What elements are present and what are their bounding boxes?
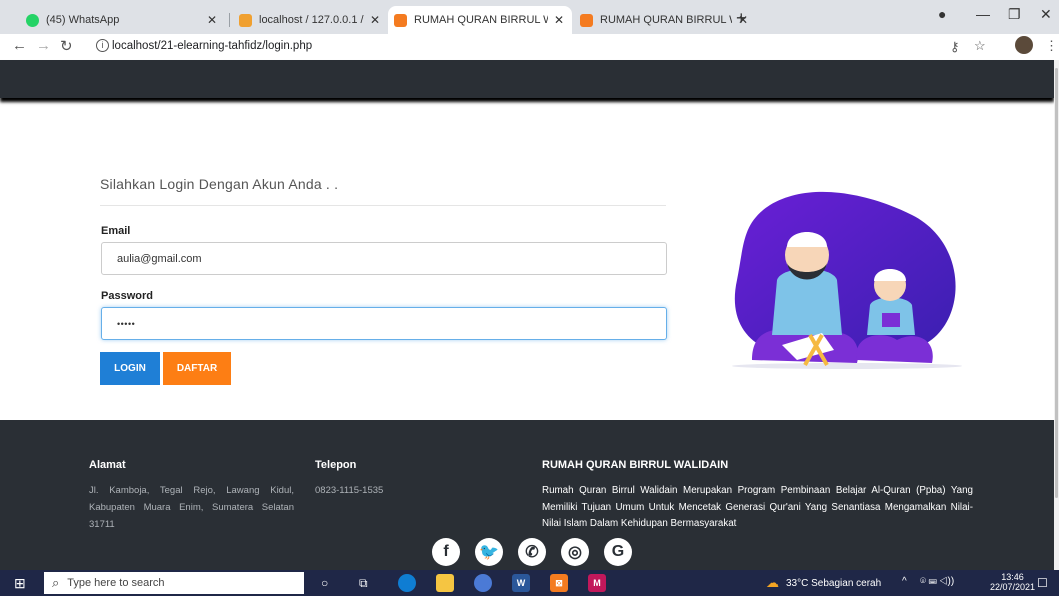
tab-rumah-quran-active[interactable]: RUMAH QURAN BIRRUL WALIDA ✕ <box>388 6 572 34</box>
tab-close-icon[interactable]: ✕ <box>552 13 566 27</box>
whatsapp-icon[interactable]: ✆ <box>518 538 546 566</box>
email-value: aulia@gmail.com <box>117 252 202 265</box>
login-heading: Silahkan Login Dengan Akun Anda . . <box>100 176 339 192</box>
file-explorer-icon[interactable] <box>436 574 454 592</box>
xampp-taskbar-icon[interactable]: ⊠ <box>550 574 568 592</box>
tab-whatsapp[interactable]: (45) WhatsApp ✕ <box>20 6 225 34</box>
phpmyadmin-icon <box>239 13 252 27</box>
password-label: Password <box>101 290 153 302</box>
tab-close-icon[interactable]: ✕ <box>368 13 382 27</box>
clock[interactable]: 13:46 22/07/2021 <box>990 572 1035 592</box>
cortana-icon[interactable]: ○ <box>321 576 328 590</box>
avatar[interactable] <box>1015 36 1033 54</box>
weather-icon: ☁ <box>766 575 779 590</box>
address-text: Jl. Kamboja, Tegal Rejo, Lawang Kidul, K… <box>89 485 294 530</box>
tab-label: RUMAH QURAN BIRRUL WALIDA <box>414 14 548 26</box>
instagram-icon[interactable]: ◎ <box>561 538 589 566</box>
bookmark-star-icon[interactable]: ☆ <box>974 38 986 54</box>
edge-icon[interactable] <box>398 574 416 592</box>
twitter-icon[interactable]: 🐦 <box>475 538 503 566</box>
xampp-icon <box>580 13 593 27</box>
restore-icon[interactable]: ❐ <box>1008 6 1021 23</box>
register-button[interactable]: DAFTAR <box>163 352 231 385</box>
search-icon: ⌕ <box>52 575 60 590</box>
clock-time: 13:46 <box>1001 572 1024 582</box>
profile-indicator-icon[interactable]: ● <box>938 6 946 22</box>
address-title: Alamat <box>89 459 126 471</box>
google-icon[interactable]: G <box>604 538 632 566</box>
address-bar[interactable]: localhost/21-elearning-tahfidz/login.php <box>112 40 312 52</box>
login-button[interactable]: LOGIN <box>100 352 160 385</box>
new-tab-icon[interactable]: + <box>736 8 747 29</box>
org-title: RUMAH QURAN BIRRUL WALIDAIN <box>542 459 729 471</box>
facebook-icon[interactable]: f <box>432 538 460 566</box>
forward-icon[interactable]: → <box>36 37 51 54</box>
org-description: Rumah Quran Birrul Walidain Merupakan Pr… <box>542 485 973 529</box>
tab-rumah-quran[interactable]: RUMAH QURAN BIRRUL WALIDA ✕ <box>574 6 756 34</box>
reload-icon[interactable]: ↻ <box>60 37 73 55</box>
back-icon[interactable]: ← <box>12 37 27 54</box>
tab-phpmyadmin[interactable]: localhost / 127.0.0.1 / db_elearni ✕ <box>233 6 388 34</box>
quran-reading-illustration <box>732 191 962 369</box>
clock-date: 22/07/2021 <box>990 582 1036 592</box>
notification-icon[interactable]: ☐ <box>1037 576 1048 590</box>
tab-label: RUMAH QURAN BIRRUL WALIDA <box>600 14 732 26</box>
email-field[interactable]: aulia@gmail.com <box>101 242 667 275</box>
phone-title: Telepon <box>315 459 357 471</box>
search-placeholder: Type here to search <box>67 577 165 589</box>
xampp-icon <box>394 13 407 27</box>
weather-text[interactable]: 33°C Sebagian cerah <box>786 578 881 589</box>
minimize-icon[interactable]: — <box>976 6 990 22</box>
password-value: ••••• <box>117 318 136 329</box>
tray-icons[interactable]: ⌾ ⌨ ◁)) <box>920 576 954 587</box>
tab-close-icon[interactable]: ✕ <box>205 13 219 27</box>
close-window-icon[interactable]: ✕ <box>1040 6 1052 23</box>
whatsapp-icon <box>26 13 39 27</box>
app-icon[interactable]: M <box>588 574 606 592</box>
word-icon[interactable]: W <box>512 574 530 592</box>
tab-separator <box>229 13 230 27</box>
tab-label: localhost / 127.0.0.1 / db_elearni <box>259 14 364 26</box>
windows-start-icon[interactable]: ⊞ <box>14 575 26 592</box>
scrollbar-thumb[interactable] <box>1055 68 1058 498</box>
tray-chevron-icon[interactable]: ^ <box>902 576 907 587</box>
site-info-icon[interactable]: i <box>96 39 109 52</box>
key-icon[interactable]: ⚷ <box>950 39 960 55</box>
password-field[interactable]: ••••• <box>101 307 667 340</box>
tab-label: (45) WhatsApp <box>46 14 120 26</box>
menu-icon[interactable]: ⋮ <box>1045 38 1058 54</box>
task-view-icon[interactable]: ⧉ <box>359 576 368 591</box>
divider <box>100 205 666 206</box>
taskbar-search-input[interactable]: ⌕ Type here to search <box>44 572 304 594</box>
phone-text: 0823-1115-1535 <box>315 485 384 496</box>
email-label: Email <box>101 225 131 237</box>
page-header <box>0 60 1054 98</box>
chrome-icon[interactable] <box>474 574 492 592</box>
